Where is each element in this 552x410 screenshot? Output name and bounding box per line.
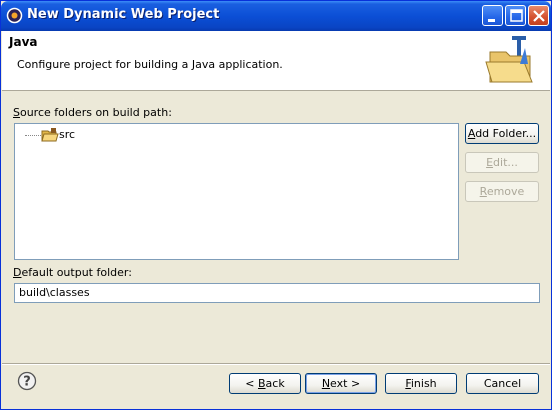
tree-connector <box>25 135 41 136</box>
source-folders-label: Source folders on build path: <box>13 106 172 119</box>
page-description: Configure project for building a Java ap… <box>17 58 283 71</box>
java-folder-wizard-icon <box>485 36 533 83</box>
minimize-icon <box>488 19 495 22</box>
minimize-button[interactable] <box>482 5 503 26</box>
source-folder-tree[interactable]: src <box>14 123 459 260</box>
eclipse-icon <box>6 7 23 24</box>
finish-button[interactable]: Finish <box>385 373 457 394</box>
window-title: New Dynamic Web Project <box>27 7 220 22</box>
tree-item-label: src <box>59 128 76 141</box>
wizard-header: Java Configure project for building a Ja… <box>2 31 550 91</box>
maximize-icon <box>510 9 523 22</box>
svg-text:?: ? <box>23 375 31 390</box>
remove-button[interactable]: Remove <box>465 181 539 202</box>
title-bar[interactable]: New Dynamic Web Project <box>1 1 551 31</box>
page-title: Java <box>9 35 38 49</box>
edit-button[interactable]: Edit... <box>465 152 539 173</box>
next-button[interactable]: Next > <box>305 373 377 394</box>
close-icon <box>533 10 545 22</box>
add-folder-button[interactable]: Add Folder... <box>465 123 539 144</box>
close-button[interactable] <box>528 5 549 26</box>
maximize-button[interactable] <box>505 5 526 26</box>
help-icon[interactable]: ? <box>17 371 37 391</box>
cancel-button[interactable]: Cancel <box>466 373 539 394</box>
footer-separator <box>2 363 550 365</box>
output-folder-field[interactable]: build\classes <box>14 283 540 303</box>
output-folder-label: Default output folder: <box>13 266 132 279</box>
dialog-window: New Dynamic Web Project Java Configure p… <box>0 0 552 410</box>
back-button[interactable]: < Back <box>229 373 301 394</box>
source-folder-icon <box>41 128 59 142</box>
